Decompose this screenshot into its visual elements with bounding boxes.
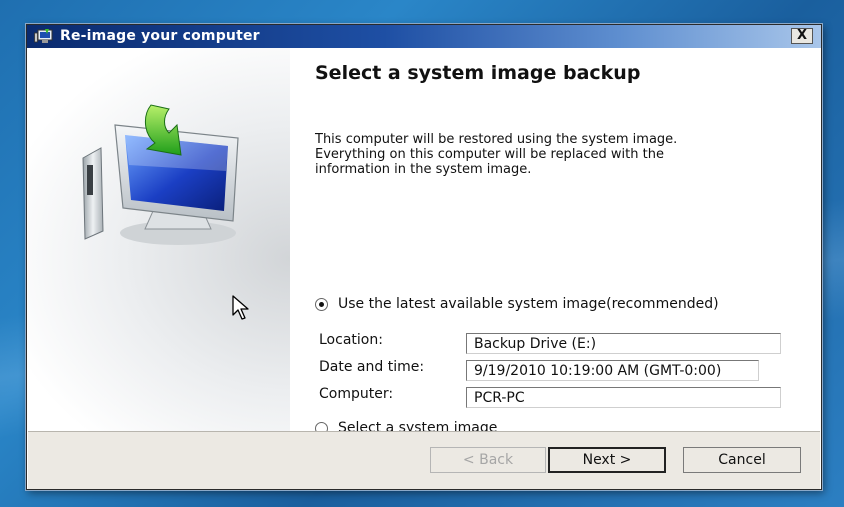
backup-monitor-icon [34, 29, 53, 43]
location-label: Location: [319, 332, 383, 348]
description-line: This computer will be restored using the… [315, 132, 678, 147]
button-bar: < Back Next > Cancel [28, 431, 820, 489]
description-line: information in the system image. [315, 162, 532, 177]
date-time-field: 9/19/2010 10:19:00 AM (GMT-0:00) [466, 360, 759, 381]
window-title: Re-image your computer [60, 28, 260, 44]
option-latest-image[interactable]: Use the latest available system image(re… [315, 296, 719, 312]
mouse-pointer-icon [232, 295, 249, 320]
close-button[interactable]: X [791, 28, 813, 44]
option-latest-image-label: Use the latest available system image(re… [338, 296, 719, 312]
next-button[interactable]: Next > [548, 447, 666, 473]
description-text: This computer will be restored using the… [315, 132, 755, 177]
page-heading: Select a system image backup [315, 62, 641, 84]
description-line: Everything on this computer will be repl… [315, 147, 664, 162]
reimage-dialog: Re-image your computer X Select a system… [26, 24, 822, 490]
date-time-label: Date and time: [319, 359, 425, 375]
computer-field: PCR-PC [466, 387, 781, 408]
system-image-restore-icon [82, 104, 239, 245]
cancel-button[interactable]: Cancel [683, 447, 801, 473]
location-field: Backup Drive (E:) [466, 333, 781, 354]
title-bar[interactable]: Re-image your computer X [27, 25, 821, 48]
side-graphic-panel [28, 48, 290, 431]
radio-latest-image[interactable] [315, 297, 328, 311]
computer-label: Computer: [319, 386, 394, 402]
back-button[interactable]: < Back [430, 447, 546, 473]
